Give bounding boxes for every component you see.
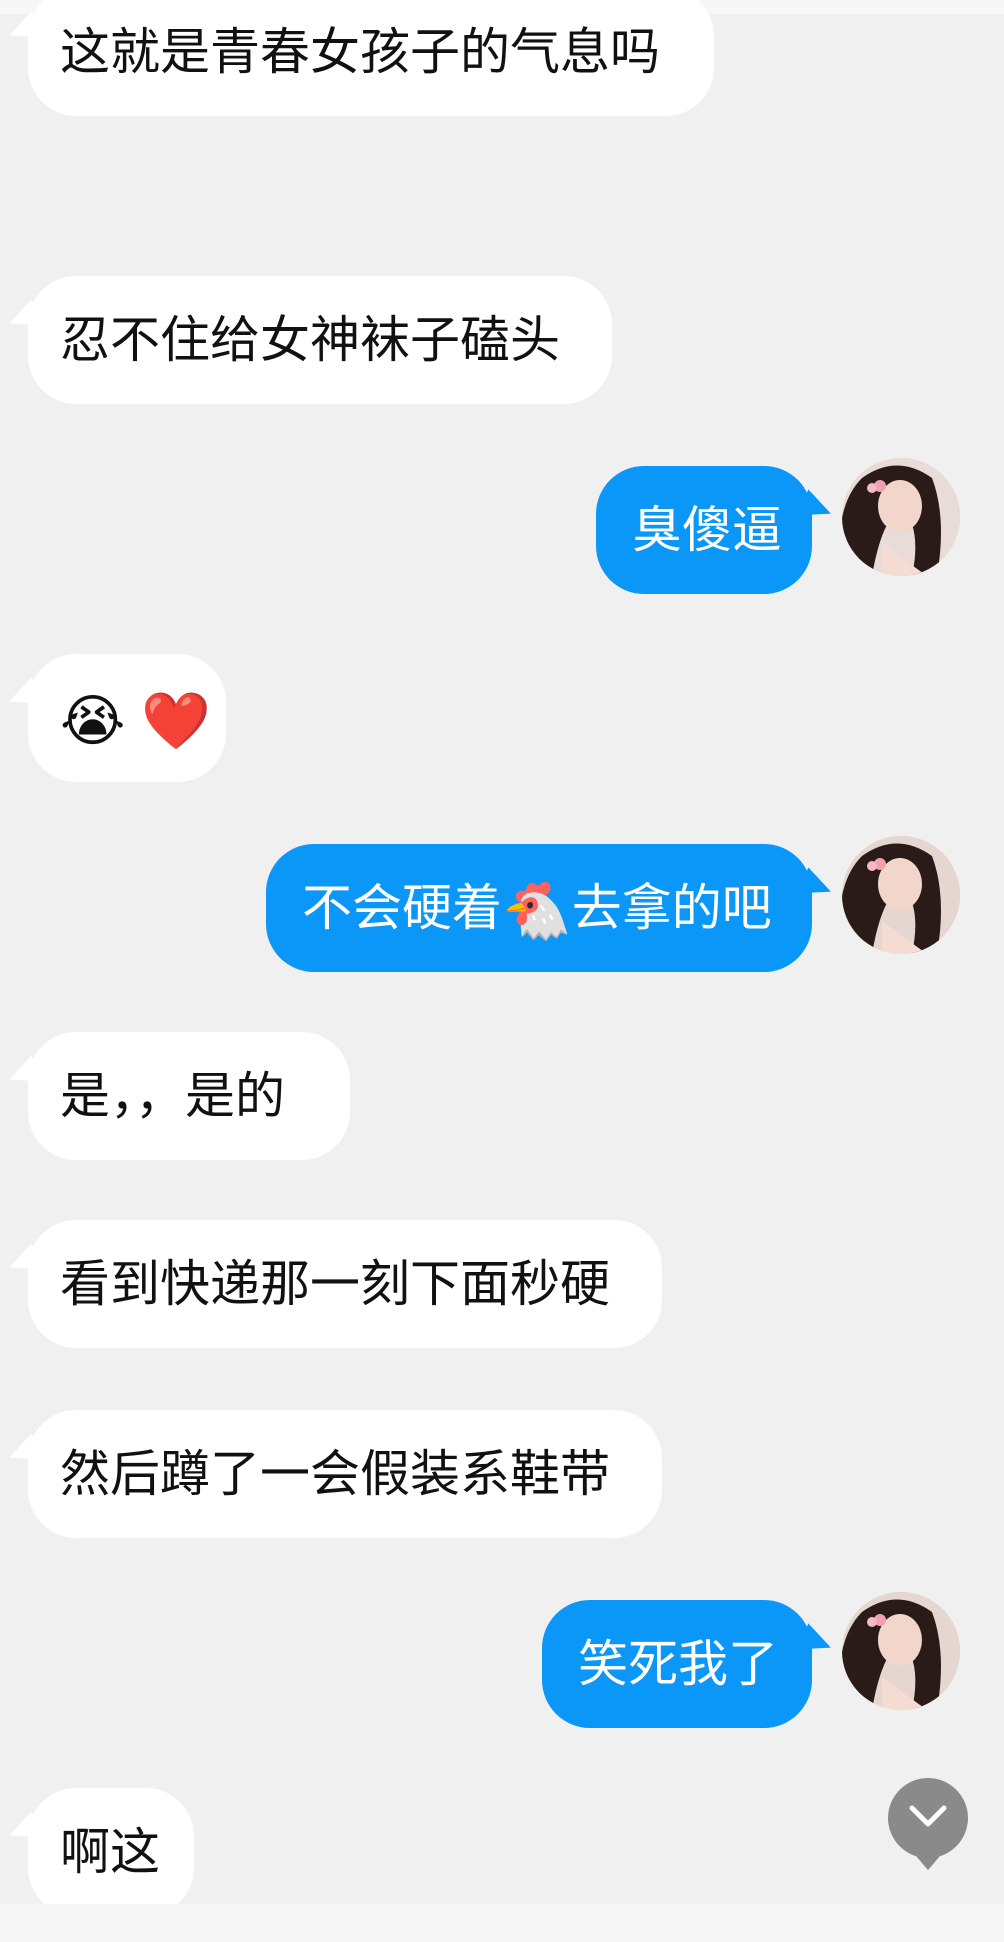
chat-message-list[interactable]: 这就是青春女孩子的气息吗 忍不住给女神袜子磕头 臭傻逼 😭 ❤️ 不会硬着🐔去拿…: [0, 0, 1004, 1942]
message-text: 看到快递那一刻下面秒硬: [60, 1255, 610, 1313]
message-bubble-received[interactable]: 😭 ❤️: [28, 654, 226, 782]
user-avatar[interactable]: [842, 836, 960, 954]
message-text: 去拿的吧: [571, 879, 772, 937]
user-avatar[interactable]: [842, 1592, 960, 1710]
message-text: 不会硬着: [302, 879, 502, 937]
message-bubble-received[interactable]: 啊这: [28, 1788, 194, 1916]
red-heart-emoji: ❤️: [141, 688, 212, 754]
chicken-emoji: 🐔: [502, 878, 572, 944]
loudly-crying-face-emoji: 😭: [60, 688, 126, 754]
message-bubble-received[interactable]: 看到快递那一刻下面秒硬: [28, 1220, 662, 1348]
message-bubble-received[interactable]: 这就是青春女孩子的气息吗: [28, 0, 714, 116]
message-text: 忍不住给女神袜子磕头: [60, 311, 560, 369]
message-bubble-sent[interactable]: 不会硬着🐔去拿的吧: [266, 844, 812, 972]
message-text: 然后蹲了一会假装系鞋带: [60, 1445, 610, 1503]
user-avatar[interactable]: [842, 458, 960, 576]
scroll-to-bottom-button[interactable]: [888, 1778, 968, 1858]
message-text: 臭傻逼: [632, 501, 782, 559]
message-text: 笑死我了: [578, 1635, 778, 1693]
message-text: 这就是青春女孩子的气息吗: [60, 23, 660, 81]
avatar-portrait-icon: [842, 1592, 960, 1710]
message-bubble-received[interactable]: 忍不住给女神袜子磕头: [28, 276, 612, 404]
bottom-bar-edge: [0, 1904, 1004, 1942]
chevron-down-icon: [909, 1805, 947, 1827]
message-bubble-received[interactable]: 然后蹲了一会假装系鞋带: [28, 1410, 662, 1538]
avatar-portrait-icon: [842, 458, 960, 576]
message-bubble-received[interactable]: 是，，是的: [28, 1032, 350, 1160]
message-bubble-sent[interactable]: 臭傻逼: [596, 466, 812, 594]
avatar-portrait-icon: [842, 836, 960, 954]
message-text: 啊这: [60, 1823, 160, 1881]
message-bubble-sent[interactable]: 笑死我了: [542, 1600, 812, 1728]
message-text: 是，，是的: [60, 1067, 285, 1125]
